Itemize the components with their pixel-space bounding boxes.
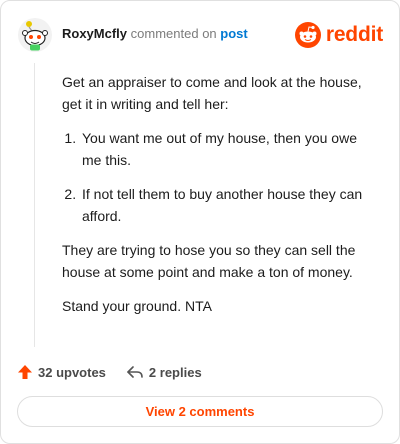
reddit-logo: reddit — [294, 21, 383, 49]
upvote-arrow-icon — [18, 365, 32, 379]
reply-count: 2 replies — [148, 364, 202, 380]
username[interactable]: RoxyMcfly — [62, 26, 127, 41]
list-item: If not tell them to buy another house th… — [80, 183, 380, 227]
post-link[interactable]: post — [220, 26, 247, 41]
reddit-alien-logo — [294, 22, 321, 48]
upvote-button[interactable]: 32 upvotes — [17, 364, 106, 380]
list-item: You want me out of my house, then you ow… — [80, 127, 380, 171]
comment-list: You want me out of my house, then you ow… — [62, 127, 380, 227]
brand-wordmark: reddit — [325, 23, 383, 46]
comment-meta: RoxyMcfly commented on post — [62, 26, 248, 42]
commented-on-text: commented on — [130, 26, 217, 41]
comment-intro: Get an appraiser to come and look at the… — [62, 74, 362, 112]
comment-card: RoxyMcfly commented on post reddit Get a… — [0, 0, 400, 444]
replies-button[interactable]: 2 replies — [126, 364, 202, 380]
comment-header: RoxyMcfly commented on post reddit — [17, 17, 385, 53]
comment-body: Get an appraiser to come and look at the… — [62, 71, 380, 329]
comment-paragraph: They are trying to hose you so they can … — [62, 242, 356, 280]
upvote-count: 32 upvotes — [38, 364, 106, 380]
comment-actions: 32 upvotes 2 replies — [17, 361, 202, 383]
comment-paragraph: Stand your ground. NTA — [62, 298, 212, 314]
snoo-avatar[interactable] — [17, 17, 53, 53]
reply-arrow-icon — [127, 366, 143, 378]
view-comments-button[interactable]: View 2 comments — [17, 396, 383, 427]
thread-line — [34, 63, 35, 347]
